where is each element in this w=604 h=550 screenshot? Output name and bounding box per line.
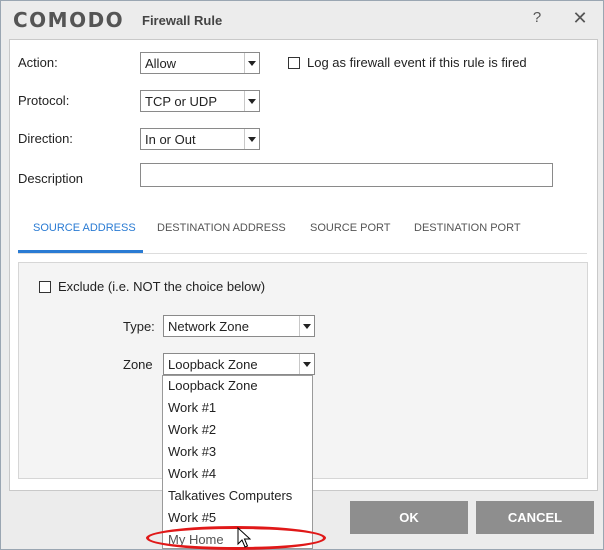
- zone-option-work-2[interactable]: Work #2: [168, 422, 216, 437]
- exclude-checkbox[interactable]: [39, 281, 51, 293]
- tab-destination-port[interactable]: DESTINATION PORT: [414, 222, 521, 234]
- action-select-value: Allow: [145, 56, 177, 71]
- direction-label: Direction:: [18, 131, 73, 146]
- cancel-button[interactable]: CANCEL: [476, 501, 594, 534]
- tab-divider: [18, 253, 587, 254]
- zone-select[interactable]: Loopback Zone: [163, 353, 315, 375]
- type-select-value: Network Zone: [168, 319, 249, 334]
- help-icon[interactable]: ?: [525, 6, 549, 30]
- zone-select-value: Loopback Zone: [168, 357, 258, 372]
- title-bar: COMODO Firewall Rule ? ✕: [1, 1, 603, 37]
- tab-source-address[interactable]: SOURCE ADDRESS: [33, 222, 136, 234]
- zone-option-work-3[interactable]: Work #3: [168, 444, 216, 459]
- description-label: Description: [18, 171, 84, 186]
- zone-option-work-5[interactable]: Work #5: [168, 510, 216, 525]
- type-select[interactable]: Network Zone: [163, 315, 315, 337]
- zone-dropdown-list: Loopback Zone Work #1 Work #2 Work #3 Wo…: [162, 375, 313, 549]
- chevron-down-icon[interactable]: [244, 53, 259, 73]
- chevron-down-icon[interactable]: [244, 91, 259, 111]
- zone-option-talkatives-computers[interactable]: Talkatives Computers: [168, 488, 292, 503]
- window-title: Firewall Rule: [142, 13, 223, 28]
- direction-select-value: In or Out: [145, 132, 196, 147]
- protocol-label: Protocol:: [18, 93, 70, 108]
- direction-select[interactable]: In or Out: [140, 128, 260, 150]
- zone-option-work-1[interactable]: Work #1: [168, 400, 216, 415]
- log-checkbox-label[interactable]: Log as firewall event if this rule is fi…: [307, 55, 527, 70]
- tab-destination-address[interactable]: DESTINATION ADDRESS: [157, 222, 286, 234]
- chevron-down-icon[interactable]: [244, 129, 259, 149]
- exclude-label[interactable]: Exclude (i.e. NOT the choice below): [58, 279, 265, 294]
- zone-label: Zone: [123, 357, 153, 372]
- highlight-ellipse: [146, 526, 326, 550]
- protocol-select[interactable]: TCP or UDP: [140, 90, 260, 112]
- comodo-logo: COMODO: [13, 8, 125, 32]
- ok-button[interactable]: OK: [350, 501, 468, 534]
- chevron-down-icon[interactable]: [299, 354, 314, 374]
- firewall-rule-dialog: COMODO Firewall Rule ? ✕ Action: Allow L…: [0, 0, 604, 550]
- zone-option-work-4[interactable]: Work #4: [168, 466, 216, 481]
- mouse-cursor-icon: [237, 527, 251, 548]
- description-input[interactable]: [140, 163, 553, 187]
- description-field[interactable]: [141, 164, 552, 186]
- action-label: Action:: [18, 55, 58, 70]
- tab-source-port[interactable]: SOURCE PORT: [310, 222, 390, 234]
- protocol-select-value: TCP or UDP: [145, 94, 217, 109]
- zone-option-loopback-zone[interactable]: Loopback Zone: [168, 378, 258, 393]
- close-icon[interactable]: ✕: [568, 6, 592, 30]
- log-checkbox[interactable]: [288, 57, 300, 69]
- chevron-down-icon[interactable]: [299, 316, 314, 336]
- type-label: Type:: [123, 319, 155, 334]
- action-select[interactable]: Allow: [140, 52, 260, 74]
